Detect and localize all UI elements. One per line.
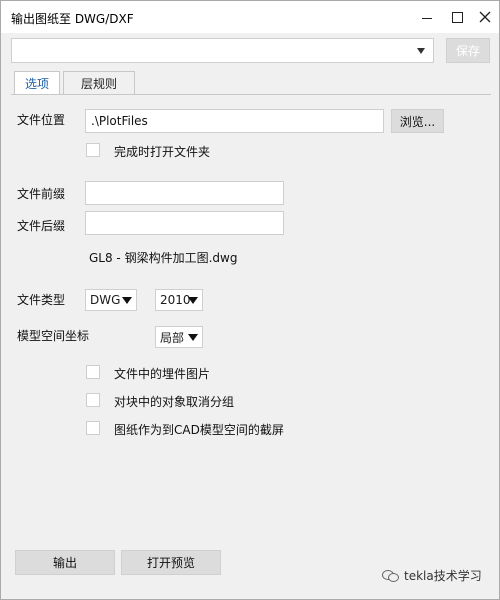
screenshot-modelspace-checkbox[interactable] bbox=[86, 421, 100, 435]
file-location-input[interactable]: .\PlotFiles bbox=[85, 109, 384, 133]
model-space-value: 局部 bbox=[160, 330, 185, 345]
file-location-label: 文件位置 bbox=[17, 113, 66, 127]
export-dialog-window: 输出图纸至 DWG/DXF 保存 选项 层规则 文件位置 .\PlotFiles… bbox=[0, 0, 500, 600]
ungroup-blocks-label: 对块中的对象取消分组 bbox=[114, 395, 235, 409]
tab-strip-divider bbox=[11, 94, 491, 95]
chevron-down-icon bbox=[188, 334, 198, 341]
chevron-down-icon bbox=[188, 297, 198, 304]
file-type-label: 文件类型 bbox=[17, 293, 66, 307]
open-preview-button[interactable]: 打开预览 bbox=[121, 550, 221, 575]
watermark-text: tekla技术学习 bbox=[404, 569, 482, 583]
open-folder-label: 完成时打开文件夹 bbox=[114, 145, 211, 159]
tab-layer-rules[interactable]: 层规则 bbox=[63, 71, 135, 94]
chevron-down-icon bbox=[417, 48, 425, 54]
suffix-label: 文件后缀 bbox=[17, 219, 66, 233]
open-folder-checkbox[interactable] bbox=[86, 143, 100, 157]
close-icon bbox=[479, 11, 491, 23]
window-title: 输出图纸至 DWG/DXF bbox=[11, 12, 134, 26]
export-button[interactable]: 输出 bbox=[15, 550, 115, 575]
save-button[interactable]: 保存 bbox=[446, 38, 490, 63]
chevron-down-icon bbox=[122, 297, 132, 304]
screenshot-modelspace-label: 图纸作为到CAD模型空间的截屏 bbox=[114, 423, 284, 437]
model-space-select[interactable]: 局部 bbox=[155, 326, 203, 348]
maximize-icon bbox=[451, 11, 463, 23]
file-type-select[interactable]: DWG bbox=[85, 289, 137, 311]
watermark: tekla技术学习 bbox=[382, 567, 482, 584]
embed-images-label: 文件中的埋件图片 bbox=[114, 367, 211, 381]
version-value: 2010 bbox=[160, 293, 191, 307]
tab-options[interactable]: 选项 bbox=[14, 71, 60, 95]
prefix-input[interactable] bbox=[85, 181, 284, 205]
suffix-input[interactable] bbox=[85, 211, 284, 235]
file-type-value: DWG bbox=[90, 293, 121, 307]
ungroup-blocks-checkbox[interactable] bbox=[86, 393, 100, 407]
filename-preview: GL8 - 钢梁构件加工图.dwg bbox=[89, 251, 238, 265]
prefix-label: 文件前缀 bbox=[17, 187, 66, 201]
embed-images-checkbox[interactable] bbox=[86, 365, 100, 379]
close-button[interactable] bbox=[467, 1, 500, 33]
version-select[interactable]: 2010 bbox=[155, 289, 203, 311]
title-bar[interactable]: 输出图纸至 DWG/DXF bbox=[1, 1, 499, 33]
minimize-icon bbox=[422, 17, 432, 19]
wechat-icon bbox=[382, 569, 400, 583]
model-space-label: 模型空间坐标 bbox=[17, 329, 90, 343]
preset-dropdown[interactable] bbox=[11, 38, 434, 63]
browse-button[interactable]: 浏览... bbox=[391, 109, 444, 133]
